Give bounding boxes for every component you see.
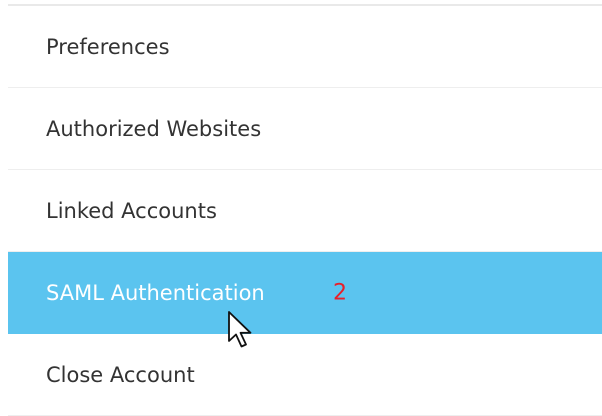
account-settings-menu: Preferences Authorized Websites Linked A…: [8, 4, 602, 416]
menu-item-preferences[interactable]: Preferences: [8, 6, 602, 88]
menu-item-saml-authentication[interactable]: SAML Authentication 2: [8, 252, 602, 334]
menu-item-label: SAML Authentication: [46, 280, 265, 305]
menu-item-close-account[interactable]: Close Account: [8, 334, 602, 416]
menu-item-authorized-websites[interactable]: Authorized Websites: [8, 88, 602, 170]
menu-item-label: Authorized Websites: [46, 116, 262, 141]
step-number-annotation: 2: [333, 280, 347, 305]
menu-item-label: Close Account: [46, 362, 195, 387]
menu-item-label: Linked Accounts: [46, 198, 217, 223]
menu-item-linked-accounts[interactable]: Linked Accounts: [8, 170, 602, 252]
menu-item-label: Preferences: [46, 34, 170, 59]
mouse-pointer-icon: [228, 311, 252, 348]
